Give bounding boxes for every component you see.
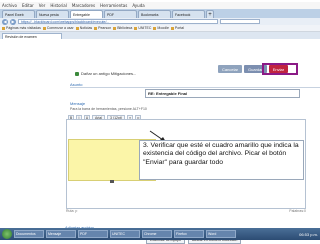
word-count: Palabras:0 <box>289 209 306 213</box>
start-button-icon[interactable] <box>2 229 12 239</box>
editor-footer: Ruta: p Palabras:0 <box>66 209 306 213</box>
bookmark-item[interactable]: Noticias <box>75 26 93 30</box>
taskbar-item[interactable]: Firefox <box>174 230 204 238</box>
bookmark-item[interactable]: Moodle <box>153 26 169 30</box>
taskbar-item[interactable]: Chrome <box>142 230 172 238</box>
folder-icon <box>94 26 98 30</box>
folder-icon <box>42 26 46 30</box>
menu-editar[interactable]: Editar <box>22 3 34 8</box>
windows-taskbar: Documentos Mensaje PDF UNITEC Chrome Fir… <box>0 228 320 240</box>
bookmarks-bar: Páginas más visitadas Comenzar a usar No… <box>0 25 320 32</box>
bookmark-label: Biblioteca <box>117 26 133 30</box>
browser-navbar: ◀ ▶ https://...blackboard.com/webapps/bl… <box>0 18 320 25</box>
taskbar-item[interactable]: UNITEC <box>110 230 140 238</box>
forward-icon[interactable]: ▶ <box>10 18 16 25</box>
browser-tab[interactable]: Bookmarks <box>138 10 171 18</box>
cancel-button[interactable]: Cancelar <box>218 65 243 73</box>
folder-icon <box>2 26 5 30</box>
folder-icon <box>113 26 117 30</box>
new-tab-button[interactable]: + <box>206 10 214 18</box>
taskbar-item[interactable]: Documentos <box>14 230 44 238</box>
resize-handle-icon <box>110 180 114 183</box>
message-label: Mensaje <box>70 101 86 106</box>
bookmark-item[interactable]: UNITEC <box>134 26 151 30</box>
message-hint: Para la barra de herramientas, presione … <box>70 107 147 111</box>
document-icon <box>75 71 79 76</box>
menu-herramientas[interactable]: Herramientas <box>100 3 127 8</box>
bookmark-label: Portal <box>174 26 185 30</box>
instruction-callout: 3. Verificar que esté el cuadro amarillo… <box>139 140 304 180</box>
lead-text: Dañar un antígo Mitigaciones... <box>81 71 137 76</box>
page-content: Dañar un antígo Mitigaciones... Cancelar… <box>0 39 320 244</box>
bookmark-item[interactable]: Pearson <box>94 26 111 30</box>
folder-icon <box>134 26 138 30</box>
folder-icon <box>153 26 157 30</box>
menu-ver[interactable]: Ver <box>39 3 46 8</box>
taskbar-item[interactable]: Mensaje <box>46 230 76 238</box>
browser-tab[interactable]: Facebook <box>172 10 205 18</box>
bookmark-item[interactable]: Comenzar a usar <box>42 26 74 30</box>
browser-tab-active[interactable]: Entregable <box>70 10 103 18</box>
menu-historial[interactable]: Historial <box>50 3 67 8</box>
menu-ayuda[interactable]: Ayuda <box>132 3 144 8</box>
search-input[interactable] <box>220 19 260 24</box>
menu-marcadores[interactable]: Marcadores <box>72 3 95 8</box>
taskbar-item[interactable]: Word <box>206 230 236 238</box>
back-icon[interactable]: ◀ <box>2 18 8 25</box>
folder-icon <box>170 26 174 30</box>
browser-tab[interactable]: Panel Eweb <box>2 10 35 18</box>
bookmark-label: Páginas más visitadas <box>6 26 41 30</box>
path-label: Ruta: p <box>66 209 78 213</box>
browser-tabstrip: Panel Eweb Nueva pesta Entregable PDF Bo… <box>0 9 320 18</box>
lead-row: Dañar un antígo Mitigaciones... <box>75 71 136 76</box>
taskbar-clock: 06:53 p.m. <box>299 231 318 237</box>
screenshot-page: Archivo Editar Ver Historial Marcadores … <box>0 0 320 244</box>
send-button-highlight <box>262 63 298 75</box>
taskbar-item[interactable]: PDF <box>78 230 108 238</box>
bookmark-item[interactable]: Biblioteca <box>113 26 132 30</box>
bookmark-item[interactable]: Páginas más visitadas <box>2 26 41 30</box>
menu-archivo[interactable]: Archivo <box>2 3 17 8</box>
bookmark-label: Moodle <box>157 26 169 30</box>
subject-input[interactable]: RE: Entregable Final <box>145 89 300 98</box>
folder-icon <box>75 26 79 30</box>
browser-menubar: Archivo Editar Ver Historial Marcadores … <box>0 2 320 9</box>
bookmark-label: UNITEC <box>138 26 152 30</box>
bookmark-item[interactable]: Portal <box>170 26 185 30</box>
browser-tab[interactable]: PDF <box>104 10 137 18</box>
browser-tab[interactable]: Nueva pesta <box>36 10 69 18</box>
divider <box>70 87 320 88</box>
inner-tabstrip: Revisión de examen <box>0 32 320 39</box>
bookmark-label: Pearson <box>98 26 112 30</box>
bookmark-label: Noticias <box>79 26 93 30</box>
address-bar[interactable]: https://...blackboard.com/webapps/blackb… <box>18 19 218 24</box>
bookmark-label: Comenzar a usar <box>46 26 74 30</box>
